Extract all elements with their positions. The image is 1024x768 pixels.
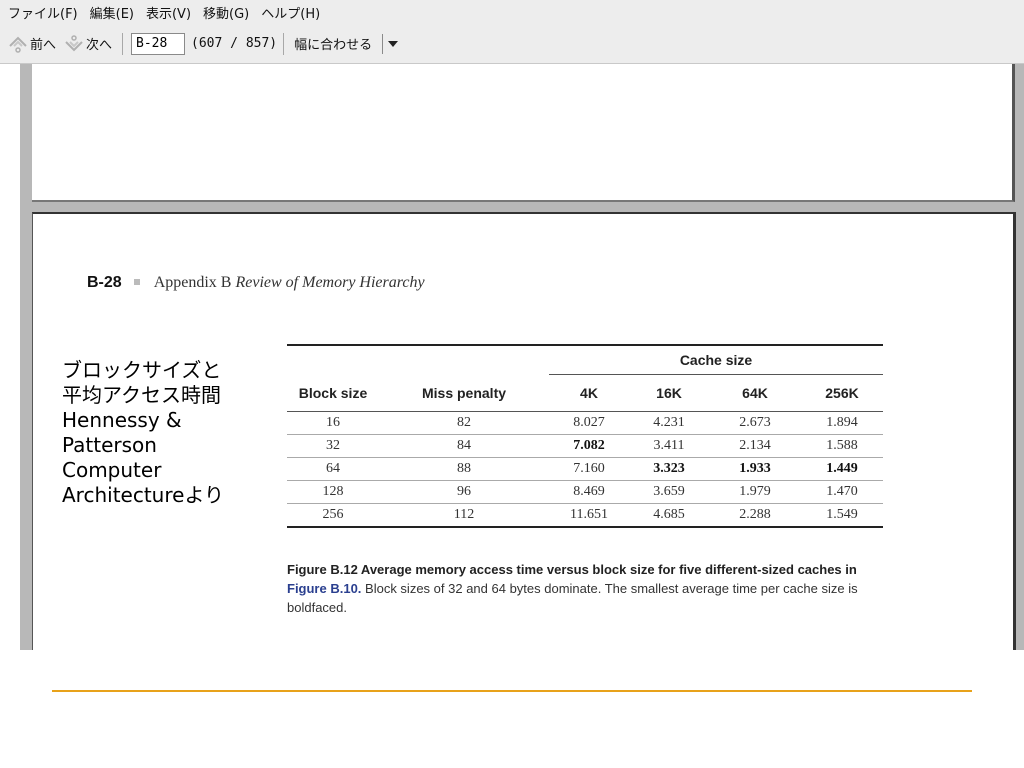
table-row: 128 96 8.469 3.659 1.979 1.470	[287, 480, 883, 504]
column-header: 256K	[801, 374, 883, 412]
table-cell: 84	[379, 434, 549, 458]
table-cell: 82	[379, 411, 549, 435]
annotation-line: Hennessy &	[62, 408, 182, 432]
up-arrow-icon	[9, 36, 27, 53]
annotation-line: Architectureより	[62, 483, 225, 507]
page-number: B-28	[87, 274, 122, 291]
menubar: ファイル(F) 編集(E) 表示(V) 移動(G) ヘルプ(H)	[0, 0, 1024, 24]
prev-page-button[interactable]: 前へ	[4, 34, 60, 54]
annotation-line: Patterson	[62, 433, 157, 457]
appendix-label: Appendix B	[153, 274, 232, 291]
toolbar-separator	[283, 32, 285, 55]
table-cell: 4.685	[629, 503, 709, 528]
zoom-select[interactable]: 幅に合わせる	[290, 33, 403, 55]
document-viewport[interactable]: B-28 Appendix B Review of Memory Hierarch…	[20, 64, 1024, 650]
table-cell: 2.288	[709, 503, 801, 528]
table-cell: 3.659	[629, 480, 709, 504]
toolbar-separator	[122, 32, 124, 55]
table-cell: 1.979	[709, 480, 801, 504]
table-cell: 112	[379, 503, 549, 528]
table-cell: 1.449	[801, 457, 883, 481]
table-cell: 1.894	[801, 411, 883, 435]
table-cell: 3.323	[629, 457, 709, 481]
caption-label: Figure B.12 Average memory access time v…	[287, 562, 857, 577]
menu-help[interactable]: ヘルプ(H)	[257, 3, 328, 22]
slide-annotation: ブロックサイズと 平均アクセス時間 Hennessy & Patterson C…	[62, 358, 302, 508]
cache-table: Cache size Block size Miss penalty 4K 16…	[287, 344, 883, 528]
next-page-button[interactable]: 次へ	[60, 34, 116, 54]
table-cell: 96	[379, 480, 549, 504]
column-header: 64K	[709, 374, 801, 412]
table-cell: 2.673	[709, 411, 801, 435]
table-cell: 4.231	[629, 411, 709, 435]
prev-label: 前へ	[30, 38, 57, 53]
previous-page	[32, 64, 1015, 202]
table-cell: 2.134	[709, 434, 801, 458]
next-label: 次へ	[86, 38, 113, 53]
annotation-line: Computer	[62, 458, 162, 482]
column-header-row: Block size Miss penalty 4K 16K 64K 256K	[287, 374, 883, 412]
appendix-title: Review of Memory Hierarchy	[235, 274, 425, 291]
table-cell: 7.082	[549, 434, 629, 458]
column-header: Miss penalty	[379, 374, 549, 412]
column-header: 4K	[549, 374, 629, 412]
figure-link[interactable]: Figure B.10.	[287, 581, 361, 596]
page-header: B-28 Appendix B Review of Memory Hierarch…	[87, 274, 425, 292]
page-number-input[interactable]	[131, 32, 186, 55]
table-cell: 1.470	[801, 480, 883, 504]
table-cell: 8.469	[549, 480, 629, 504]
down-arrow-icon	[65, 34, 83, 51]
cache-size-header: Cache size	[549, 344, 883, 375]
menu-view[interactable]: 表示(V)	[142, 3, 199, 22]
menu-edit[interactable]: 編集(E)	[86, 3, 142, 22]
toolbar: 前へ 次へ (607 / 857) 幅に合わせる	[0, 24, 1024, 64]
dropdown-arrow-icon[interactable]	[382, 33, 403, 54]
menu-go[interactable]: 移動(G)	[199, 3, 257, 22]
table-cell: 3.411	[629, 434, 709, 458]
table-cell: 11.651	[549, 503, 629, 528]
page-count: (607 / 857)	[191, 36, 278, 51]
table-cell: 1.933	[709, 457, 801, 481]
caption-text: Block sizes of 32 and 64 bytes dominate.…	[287, 581, 858, 615]
table-row: 64 88 7.160 3.323 1.933 1.449	[287, 457, 883, 481]
annotation-line: 平均アクセス時間	[62, 383, 221, 407]
table-cell: 88	[379, 457, 549, 481]
table-cell: 8.027	[549, 411, 629, 435]
orange-divider	[52, 690, 972, 692]
zoom-label: 幅に合わせる	[294, 38, 373, 53]
table-cell: 7.160	[549, 457, 629, 481]
table-row: 256 112 11.651 4.685 2.288 1.549	[287, 503, 883, 528]
menu-file[interactable]: ファイル(F)	[4, 3, 86, 22]
annotation-line: ブロックサイズと	[62, 358, 222, 382]
table-cell: 1.549	[801, 503, 883, 528]
table-row: 16 82 8.027 4.231 2.673 1.894	[287, 411, 883, 435]
table-cell: 1.588	[801, 434, 883, 458]
figure-caption: Figure B.12 Average memory access time v…	[287, 560, 887, 617]
group-header-row: Cache size	[287, 344, 883, 375]
table-row: 32 84 7.082 3.411 2.134 1.588	[287, 434, 883, 458]
bullet-icon	[133, 279, 140, 286]
column-header: 16K	[629, 374, 709, 412]
